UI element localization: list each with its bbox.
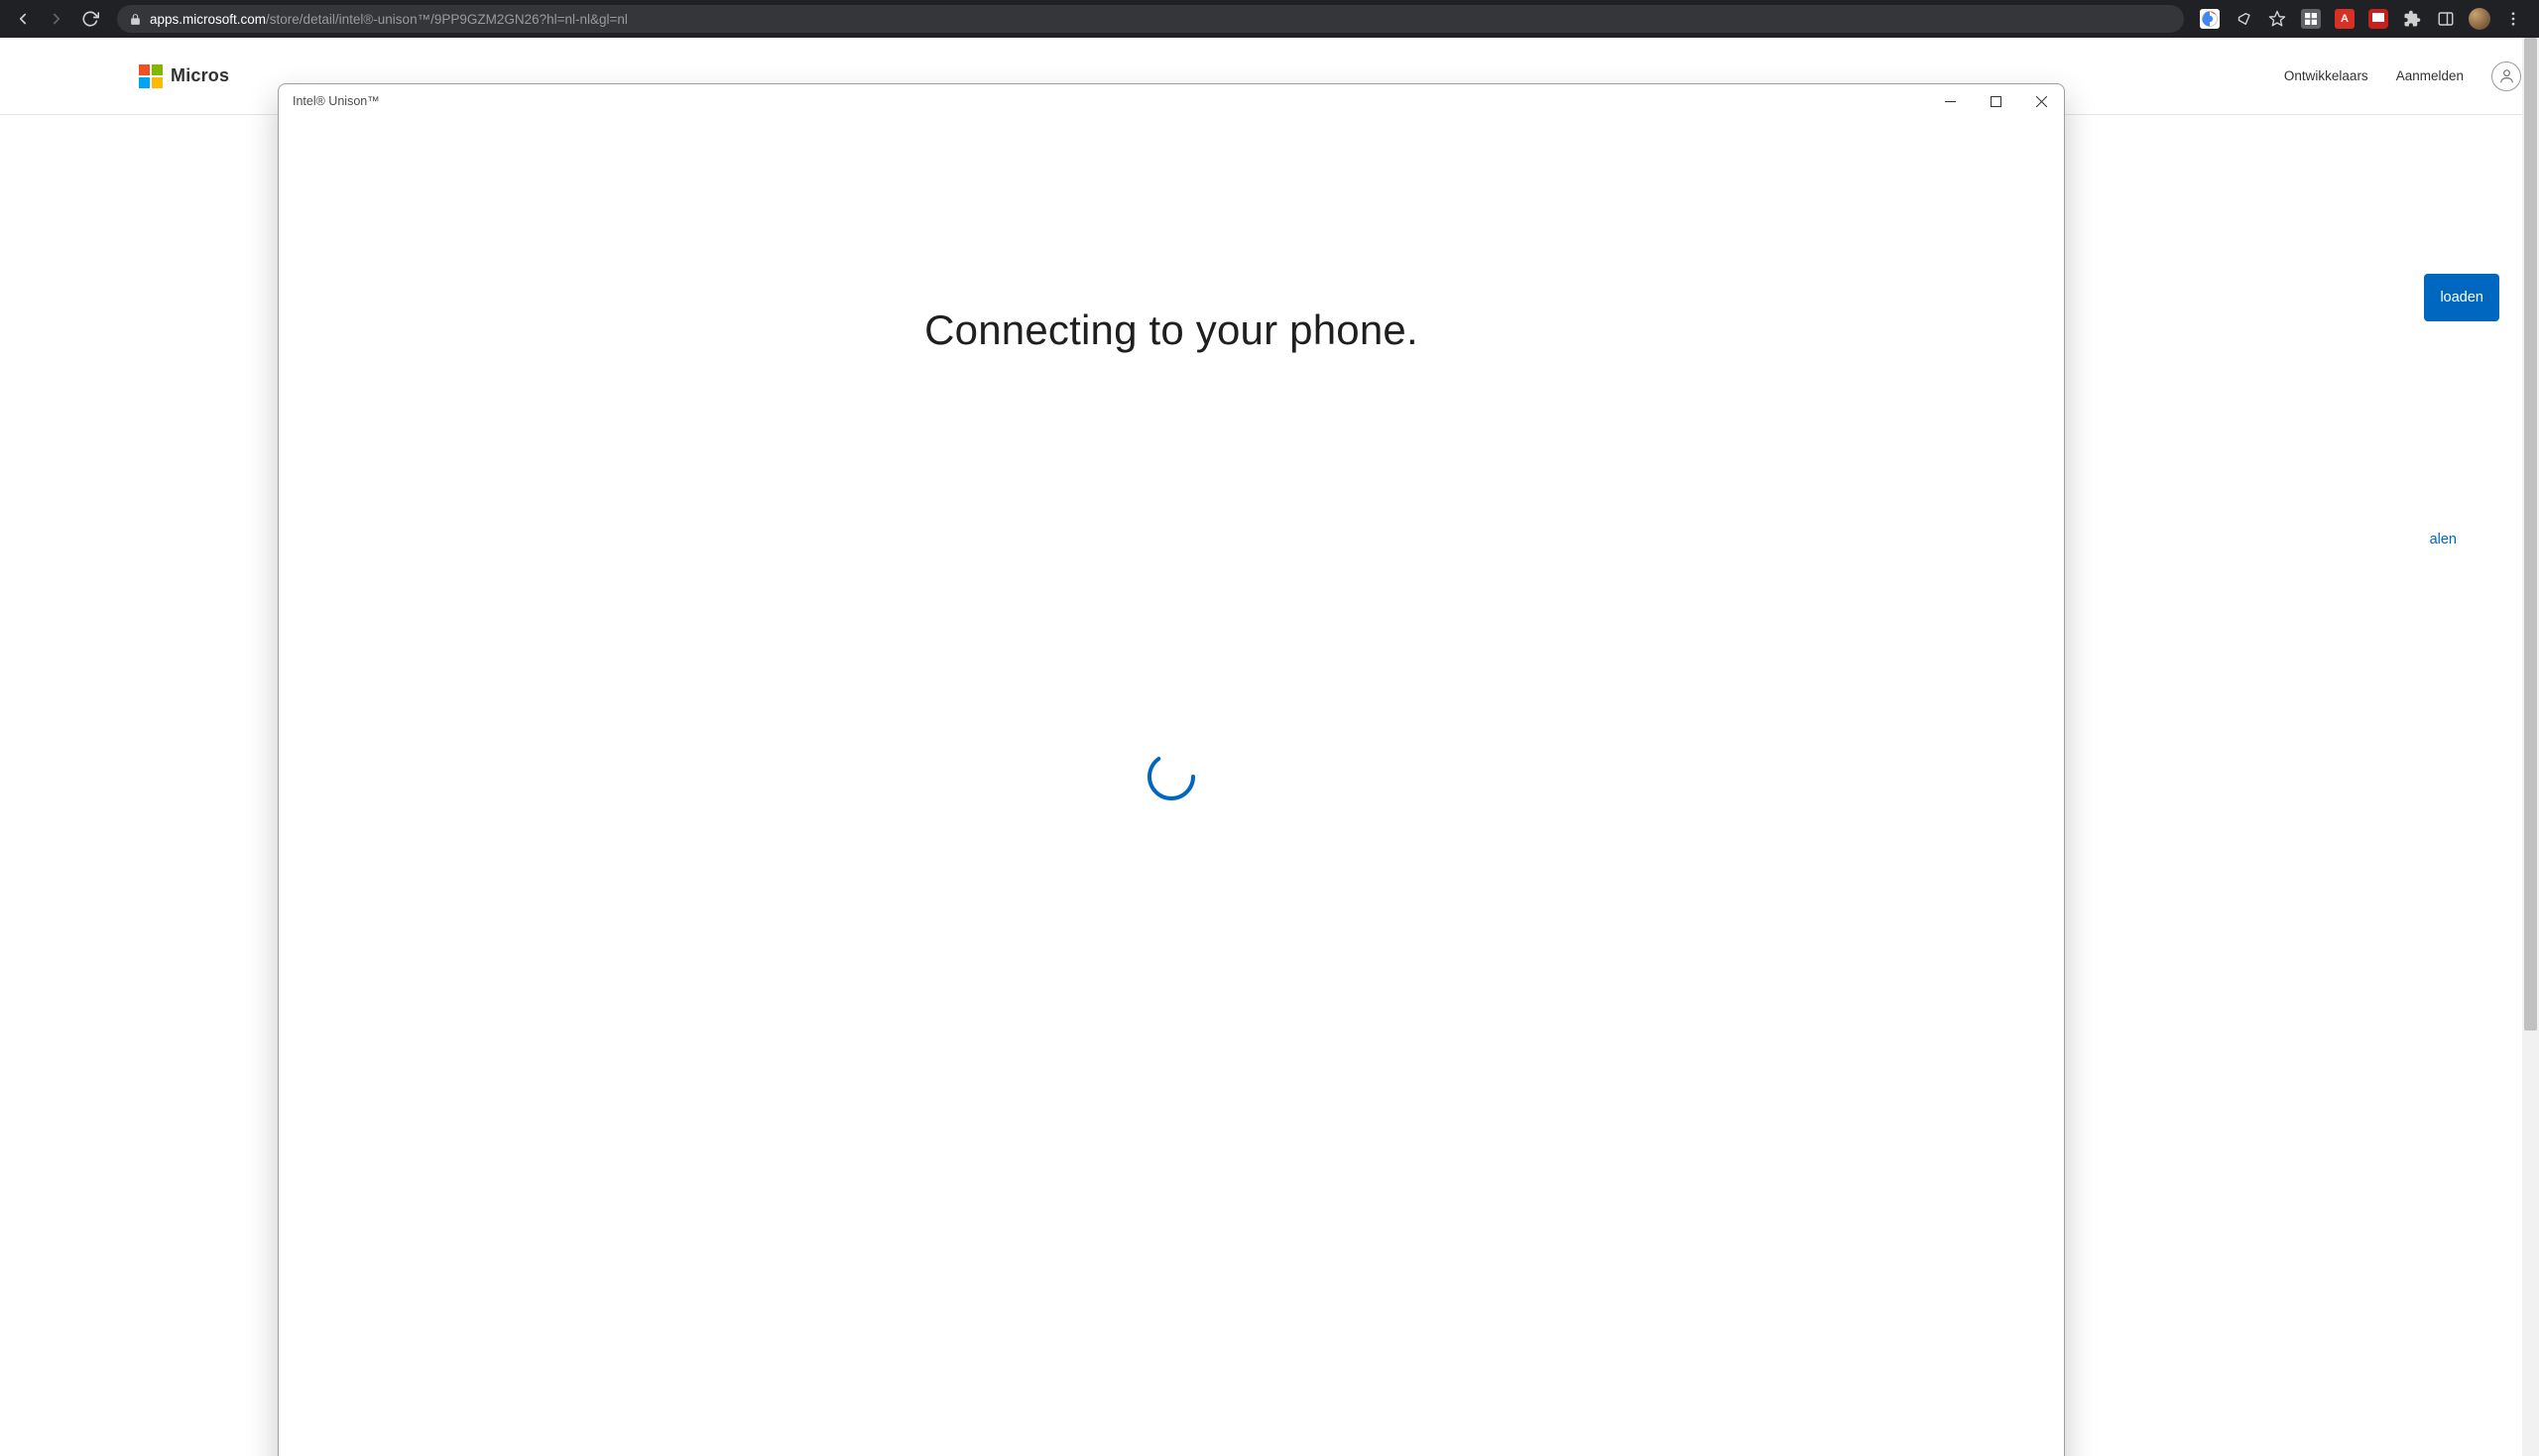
browser-top-bar: apps.microsoft.com/store/detail/intel®-u… (0, 0, 2539, 38)
back-button[interactable] (8, 4, 38, 34)
nav-sign-in[interactable]: Aanmelden (2396, 68, 2464, 83)
page-scrollbar[interactable] (2522, 38, 2539, 1456)
profile-avatar-icon[interactable] (2466, 5, 2493, 33)
address-text: apps.microsoft.com/store/detail/intel®-u… (150, 12, 628, 27)
extension-red-1-icon[interactable]: A (2331, 5, 2358, 33)
ms-logo-link[interactable]: Micros (0, 64, 229, 88)
share-icon[interactable] (2230, 5, 2257, 33)
extension-reading-list-icon[interactable] (2297, 5, 2325, 33)
url-host: apps.microsoft.com (150, 12, 266, 27)
sidebar-link-partial[interactable]: alen (2430, 532, 2457, 547)
intel-unison-window: Intel® Unison™ Connecting to your phone. (278, 83, 2065, 1456)
address-bar[interactable]: apps.microsoft.com/store/detail/intel®-u… (117, 5, 2184, 33)
app-title: Intel® Unison™ (293, 94, 380, 108)
spinner-icon (1146, 751, 1197, 802)
bookmark-star-icon[interactable] (2263, 5, 2291, 33)
connecting-heading: Connecting to your phone. (924, 306, 1418, 354)
google-translate-icon[interactable] (2196, 5, 2224, 33)
account-icon[interactable] (2491, 61, 2521, 91)
page-viewport: Micros Ontwikkelaars Aanmelden loaden al… (0, 38, 2539, 1456)
side-panel-icon[interactable] (2432, 5, 2460, 33)
loading-spinner (1146, 751, 1197, 807)
app-titlebar[interactable]: Intel® Unison™ (279, 84, 2064, 118)
extensions-puzzle-icon[interactable] (2398, 5, 2426, 33)
download-button-text: loaden (2440, 290, 2483, 305)
download-button-partial[interactable]: loaden (2424, 274, 2499, 321)
lock-icon (129, 13, 142, 26)
minimize-button[interactable] (1927, 84, 1973, 118)
nav-developers[interactable]: Ontwikkelaars (2284, 68, 2368, 83)
app-body: Connecting to your phone. (279, 118, 2064, 1456)
maximize-button[interactable] (1973, 84, 2018, 118)
extension-red-2-icon[interactable] (2364, 5, 2392, 33)
scrollbar-thumb[interactable] (2524, 38, 2537, 1031)
url-path: /store/detail/intel®-unison™/9PP9GZM2GN2… (266, 12, 628, 27)
kebab-menu-icon[interactable] (2499, 5, 2527, 33)
close-button[interactable] (2018, 84, 2064, 118)
ms-brand-text: Micros (171, 65, 229, 86)
reload-button[interactable] (75, 4, 105, 34)
forward-button[interactable] (42, 4, 71, 34)
microsoft-logo-icon (139, 64, 163, 88)
browser-action-icons: A (2196, 5, 2531, 33)
